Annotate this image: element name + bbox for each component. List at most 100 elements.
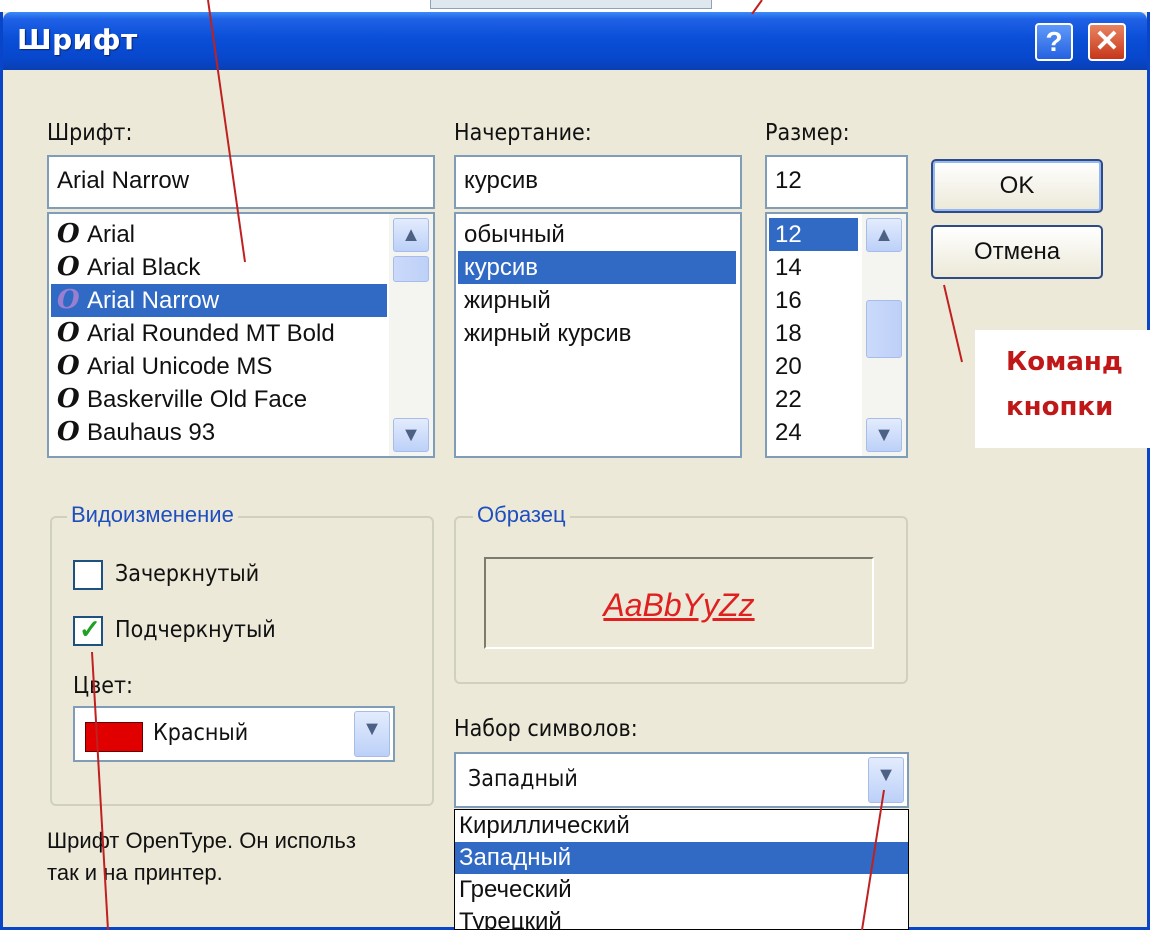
size-list[interactable]: 12 14 16 18 20 22 24 ▲ ▼ bbox=[765, 212, 908, 458]
underline-label[interactable]: Подчеркнутый bbox=[115, 617, 276, 643]
list-item[interactable]: 22 bbox=[769, 383, 858, 416]
color-value: Красный bbox=[153, 720, 249, 746]
list-item[interactable]: жирный курсив bbox=[458, 317, 736, 350]
list-item-label: обычный bbox=[464, 221, 565, 248]
title-bar[interactable]: Шрифт ? ✕ bbox=[3, 12, 1147, 70]
charset-value: Западный bbox=[468, 766, 578, 792]
list-item-label: Arial bbox=[87, 221, 136, 248]
underline-checkbox[interactable]: ✓ bbox=[73, 614, 103, 646]
font-list[interactable]: O Arial O Arial Black O Arial Narrow O Arial Ro… bbox=[47, 212, 435, 458]
scroll-up-icon[interactable]: ▲ bbox=[393, 218, 429, 252]
style-list[interactable]: обычный курсив жирный жирный курсив bbox=[454, 212, 742, 458]
list-item-label: Baskerville Old Face bbox=[87, 386, 308, 413]
list-item-label: 12 bbox=[775, 221, 802, 248]
list-item[interactable]: Турецкий bbox=[455, 906, 908, 930]
list-item[interactable]: O Arial bbox=[51, 218, 387, 251]
list-item[interactable]: O Arial Unicode MS bbox=[51, 350, 387, 383]
font-description-line1: Шрифт OpenType. Он использ bbox=[47, 828, 356, 853]
list-item-label: курсив bbox=[464, 254, 539, 281]
chevron-down-icon[interactable]: ▼ bbox=[868, 757, 904, 803]
list-item[interactable]: O Arial Black bbox=[51, 251, 387, 284]
font-dialog: Шрифт ? ✕ Шрифт: Arial Narrow O Arial O Ari… bbox=[0, 12, 1150, 930]
opentype-font-icon: O bbox=[57, 252, 80, 282]
list-item[interactable]: Греческий bbox=[455, 874, 908, 906]
list-item-label: Кириллический bbox=[459, 812, 630, 839]
font-list-scrollbar[interactable]: ▲ ▼ bbox=[389, 214, 433, 456]
opentype-font-icon: O bbox=[57, 351, 80, 381]
list-item[interactable]: 14 bbox=[769, 251, 858, 284]
list-item[interactable]: обычный bbox=[458, 218, 736, 251]
list-item[interactable]: O Arial Narrow bbox=[51, 284, 387, 317]
background-slide-box bbox=[430, 0, 712, 9]
scroll-down-icon[interactable]: ▼ bbox=[866, 418, 902, 452]
list-item[interactable]: O Bauhaus 93 bbox=[51, 416, 387, 449]
charset-select[interactable]: Западный ▼ bbox=[454, 752, 909, 808]
dialog-title: Шрифт bbox=[17, 23, 138, 56]
list-item-label: 16 bbox=[775, 287, 802, 314]
color-select[interactable]: Красный ▼ bbox=[73, 706, 395, 762]
strikethrough-checkbox[interactable] bbox=[73, 560, 103, 590]
cancel-button[interactable]: Отмена bbox=[931, 225, 1103, 279]
font-description-line2: так и на принтер. bbox=[47, 860, 223, 885]
list-item[interactable]: жирный bbox=[458, 284, 736, 317]
help-button[interactable]: ? bbox=[1035, 23, 1073, 61]
opentype-font-icon: O bbox=[57, 417, 80, 447]
opentype-font-icon: O bbox=[57, 285, 80, 315]
opentype-font-icon: O bbox=[57, 318, 80, 348]
list-item-label: жирный курсив bbox=[464, 320, 632, 347]
effects-title: Видоизменение bbox=[67, 502, 238, 528]
list-item-label: 20 bbox=[775, 353, 802, 380]
opentype-font-icon: O bbox=[57, 219, 80, 249]
scroll-up-icon[interactable]: ▲ bbox=[866, 218, 902, 252]
list-item[interactable]: Западный bbox=[455, 842, 908, 874]
list-item[interactable]: Кириллический bbox=[455, 810, 908, 842]
style-input[interactable]: курсив bbox=[454, 155, 742, 209]
charset-dropdown[interactable]: Кириллический Западный Греческий Турецкий bbox=[454, 809, 909, 930]
sample-preview: AaBbYyZz bbox=[484, 557, 874, 649]
style-label: Начертание: bbox=[454, 120, 592, 146]
list-item[interactable]: O Baskerville Old Face bbox=[51, 383, 387, 416]
annotation-line1: Команд bbox=[1006, 347, 1123, 377]
list-item-label: Arial Narrow bbox=[87, 287, 220, 314]
sample-title: Образец bbox=[473, 502, 570, 528]
color-swatch bbox=[85, 722, 143, 752]
scroll-down-icon[interactable]: ▼ bbox=[393, 418, 429, 452]
annotation-line2: кнопки bbox=[1006, 392, 1114, 422]
ok-button[interactable]: OK bbox=[931, 159, 1103, 213]
list-item-label: Arial Unicode MS bbox=[87, 353, 273, 380]
sample-text: AaBbYyZz bbox=[603, 587, 755, 623]
size-list-scrollbar[interactable]: ▲ ▼ bbox=[862, 214, 906, 456]
close-button[interactable]: ✕ bbox=[1088, 23, 1126, 61]
list-item[interactable]: 12 bbox=[769, 218, 858, 251]
chevron-down-icon[interactable]: ▼ bbox=[354, 711, 390, 757]
list-item-label: жирный bbox=[464, 287, 551, 314]
list-item-label: Турецкий bbox=[459, 908, 562, 930]
list-item[interactable]: 20 bbox=[769, 350, 858, 383]
checkmark-icon: ✓ bbox=[79, 614, 101, 644]
scroll-thumb[interactable] bbox=[393, 256, 429, 282]
list-item-label: 14 bbox=[775, 254, 802, 281]
list-item-label: Западный bbox=[459, 844, 572, 871]
font-input[interactable]: Arial Narrow bbox=[47, 155, 435, 209]
charset-label: Набор символов: bbox=[454, 716, 638, 742]
size-input[interactable]: 12 bbox=[765, 155, 908, 209]
size-label: Размер: bbox=[765, 120, 850, 146]
list-item-label: Arial Rounded MT Bold bbox=[87, 320, 335, 347]
list-item-label: 24 bbox=[775, 419, 802, 446]
list-item[interactable]: O Arial Rounded MT Bold bbox=[51, 317, 387, 350]
list-item[interactable]: курсив bbox=[458, 251, 736, 284]
strikethrough-label[interactable]: Зачеркнутый bbox=[115, 561, 259, 587]
color-label: Цвет: bbox=[73, 673, 134, 699]
effects-group bbox=[50, 516, 434, 806]
list-item[interactable]: 18 bbox=[769, 317, 858, 350]
list-item[interactable]: 24 bbox=[769, 416, 858, 449]
list-item-label: Греческий bbox=[459, 876, 572, 903]
list-item-label: Arial Black bbox=[87, 254, 201, 281]
list-item-label: 22 bbox=[775, 386, 802, 413]
list-item-label: 18 bbox=[775, 320, 802, 347]
scroll-thumb[interactable] bbox=[866, 300, 902, 358]
font-label: Шрифт: bbox=[47, 120, 133, 146]
list-item[interactable]: 16 bbox=[769, 284, 858, 317]
list-item-label: Bauhaus 93 bbox=[87, 419, 216, 446]
opentype-font-icon: O bbox=[57, 384, 80, 414]
